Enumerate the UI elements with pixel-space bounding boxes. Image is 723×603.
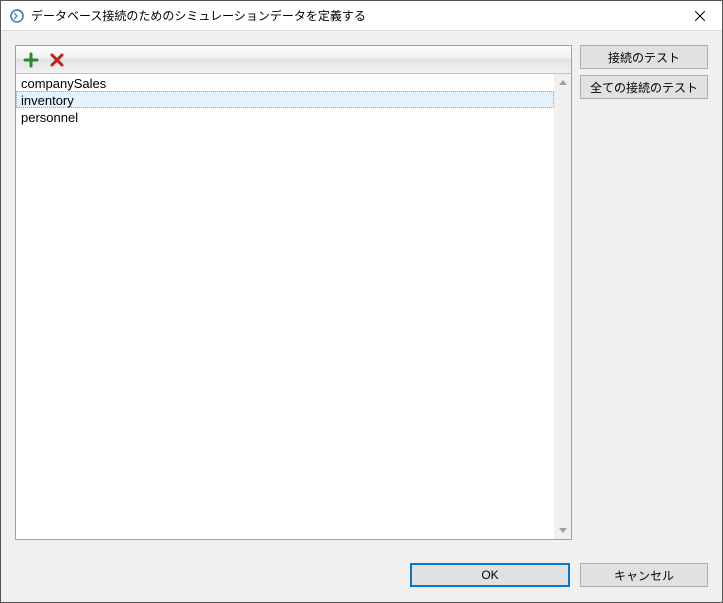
delete-button[interactable] xyxy=(46,49,68,71)
list-item[interactable]: companySales xyxy=(16,74,554,91)
cancel-button[interactable]: キャンセル xyxy=(580,563,708,587)
list-item[interactable]: personnel xyxy=(16,108,554,125)
test-connection-button[interactable]: 接続のテスト xyxy=(580,45,708,69)
titlebar: データベース接続のためのシミュレーションデータを定義する xyxy=(1,1,722,31)
test-all-connections-button[interactable]: 全ての接続のテスト xyxy=(580,75,708,99)
x-icon xyxy=(49,52,65,68)
connection-list[interactable]: companySales inventory personnel xyxy=(16,74,554,539)
list-item[interactable]: inventory xyxy=(16,91,554,108)
left-panel: companySales inventory personnel xyxy=(15,45,572,540)
plus-icon xyxy=(23,52,39,68)
window-title: データベース接続のためのシミュレーションデータを定義する xyxy=(31,7,677,24)
right-panel: 接続のテスト 全ての接続のテスト xyxy=(580,45,708,540)
toolbar xyxy=(16,46,571,74)
scroll-up-icon[interactable] xyxy=(554,74,571,91)
scroll-down-icon[interactable] xyxy=(554,522,571,539)
dialog-window: データベース接続のためのシミュレーションデータを定義する companySale… xyxy=(0,0,723,603)
list-area: companySales inventory personnel xyxy=(16,74,571,539)
add-button[interactable] xyxy=(20,49,42,71)
content-area: companySales inventory personnel 接続のテスト … xyxy=(1,31,722,554)
bottom-area: OK キャンセル xyxy=(1,554,722,602)
ok-button[interactable]: OK xyxy=(410,563,570,587)
close-icon xyxy=(695,11,705,21)
scrollbar[interactable] xyxy=(554,74,571,539)
close-button[interactable] xyxy=(677,1,722,30)
app-icon xyxy=(9,8,25,24)
